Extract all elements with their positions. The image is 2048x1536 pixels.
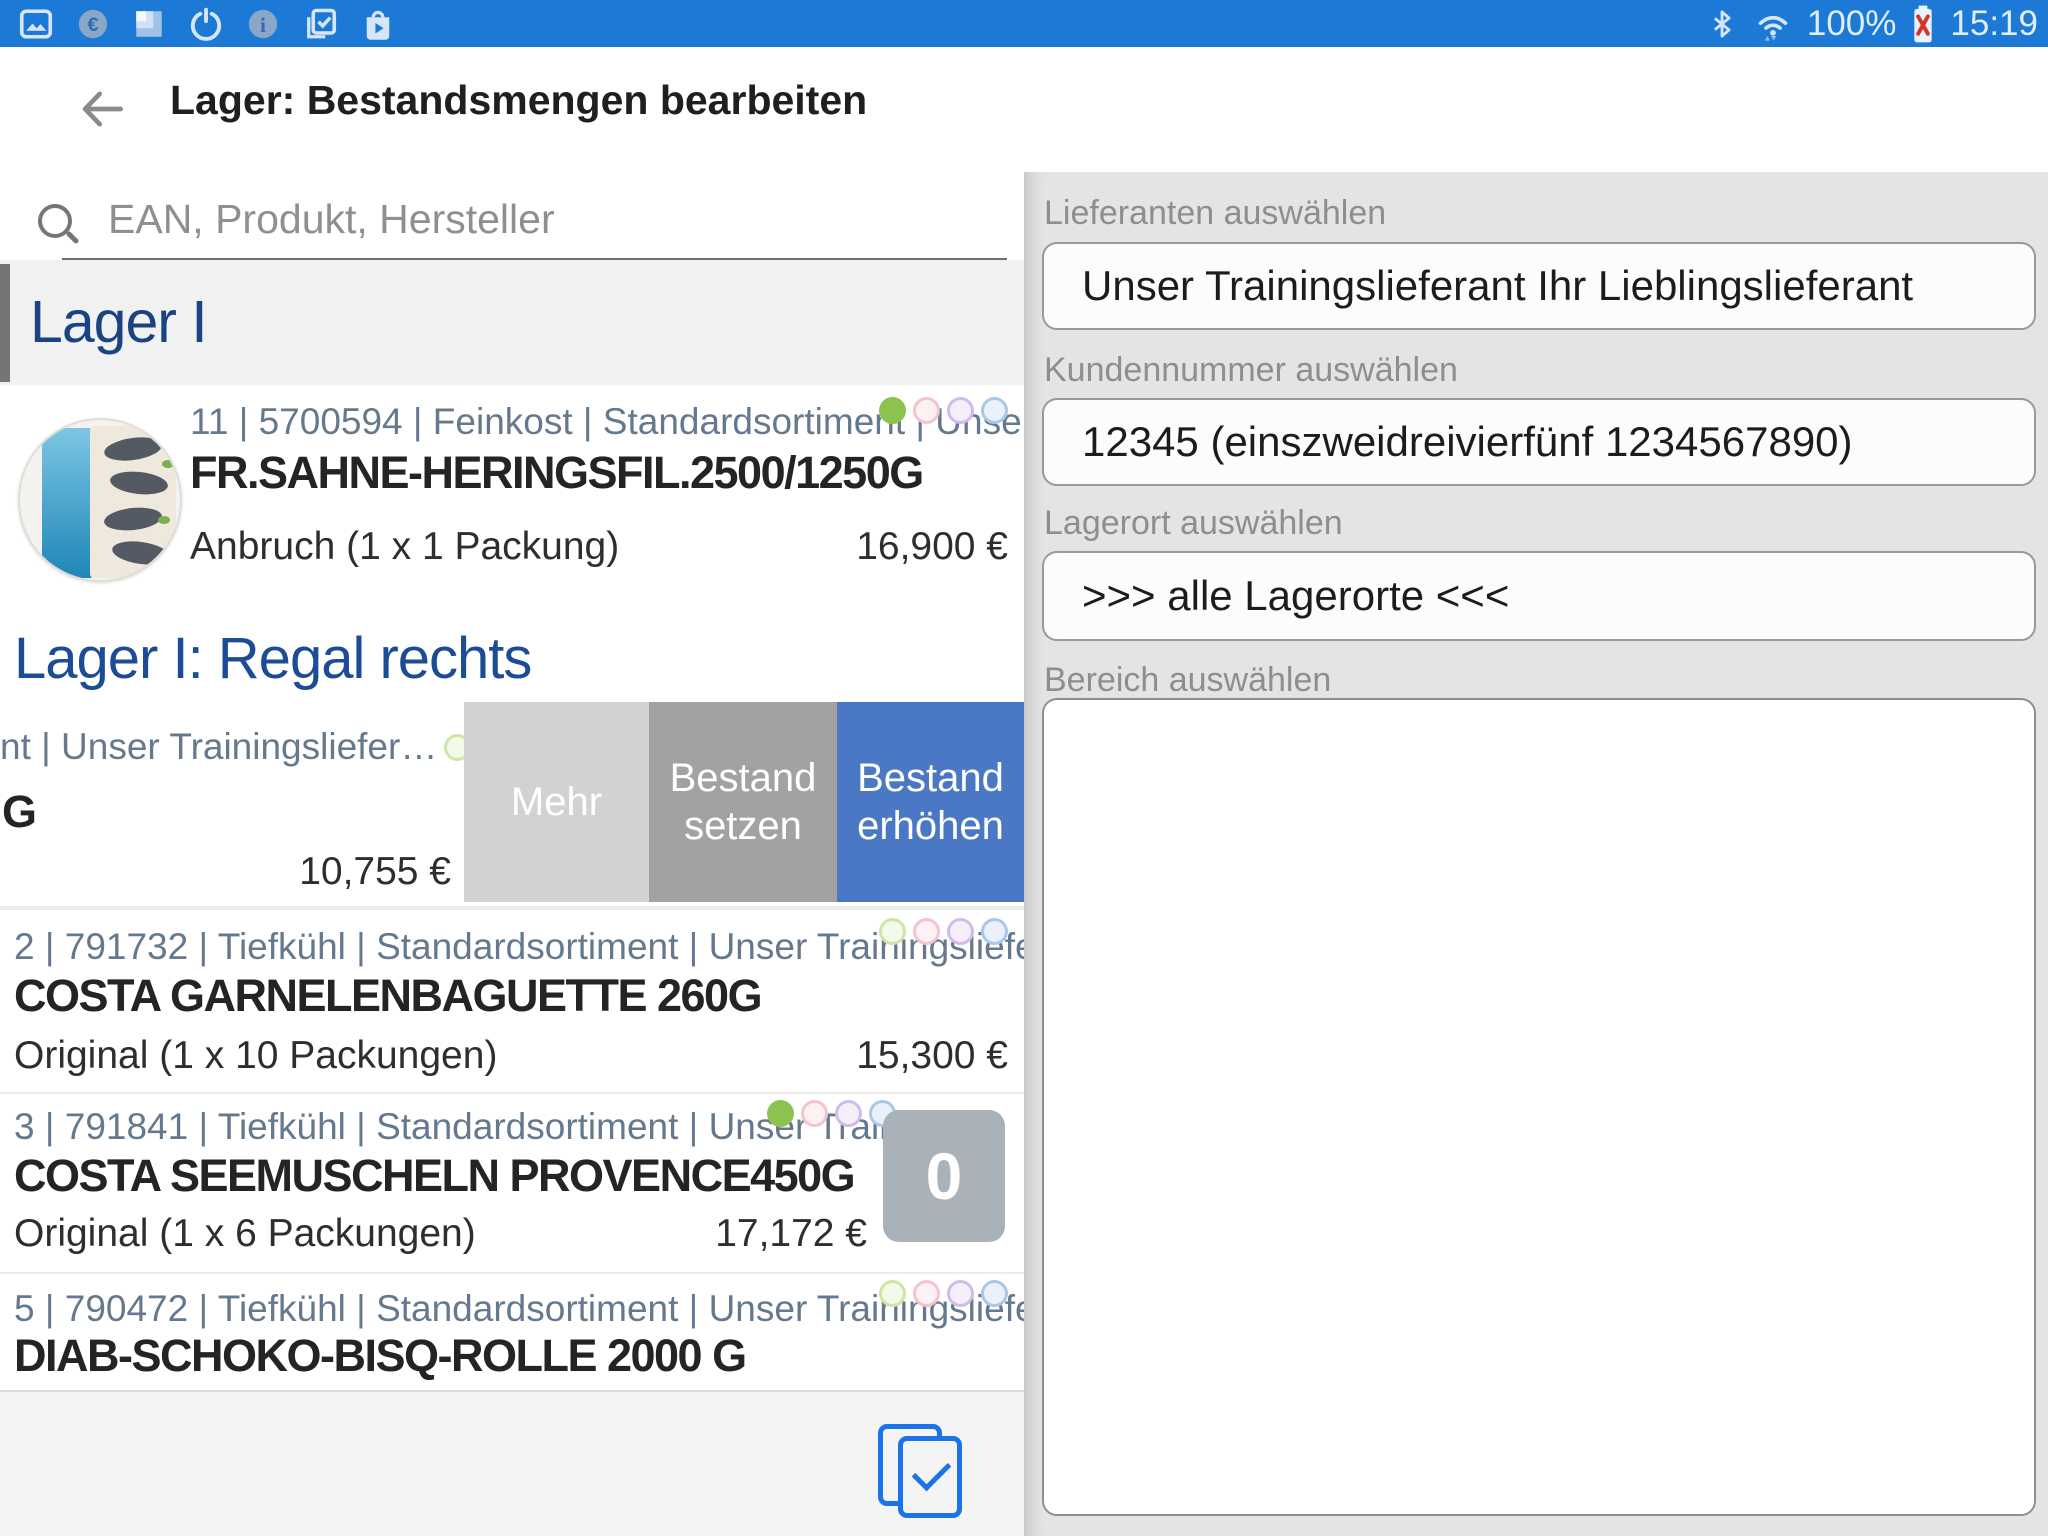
search-input[interactable]: [106, 188, 930, 250]
bluetooth-icon: [1705, 7, 1739, 41]
multi-select-icon[interactable]: [878, 1424, 962, 1514]
storage-location-select[interactable]: >>> alle Lagerorte <<<: [1042, 551, 2036, 641]
product-packaging: Anbruch (1 x 1 Packung): [190, 525, 619, 569]
status-bar: € i 100%: [0, 0, 2048, 47]
product-meta: nt | Unser Trainingsliefer…: [0, 726, 437, 768]
storage-location-value: >>> alle Lagerorte <<<: [1082, 572, 1509, 620]
purple-dot: [947, 1280, 974, 1307]
green-filled-dot: [767, 1100, 794, 1127]
copy-check-icon: [302, 6, 338, 42]
area-label: Bereich auswählen: [1044, 661, 1331, 700]
svg-text:i: i: [260, 12, 266, 36]
hamburger-menu-icon[interactable]: [1958, 91, 2012, 147]
data-usage-icon: [188, 6, 224, 42]
notification-icons: € i: [0, 6, 396, 42]
green-dot: [879, 918, 906, 945]
product-packaging: Original (1 x 6 Packungen): [14, 1212, 476, 1256]
green-dot: [879, 1280, 906, 1307]
status-dots: [872, 918, 1008, 945]
supplier-select[interactable]: Unser Trainingslieferant Ihr Lieblingsli…: [1042, 242, 2036, 330]
wifi-icon: [1753, 4, 1793, 44]
gallery-icon: [18, 6, 54, 42]
product-title: COSTA GARNELENBAGUETTE 260G: [14, 970, 761, 1022]
filter-panel: Lieferanten auswählen Unser Trainingslie…: [1024, 172, 2048, 1536]
increase-stock-button[interactable]: Bestand erhöhen: [837, 702, 1024, 902]
product-image: [18, 418, 182, 582]
back-button[interactable]: [74, 81, 130, 137]
customer-number-value: 12345 (einszweidreivierfünf 1234567890): [1082, 418, 1853, 466]
product-title: FR.SAHNE-HERINGSFIL.2500/1250G: [190, 447, 923, 499]
flipboard-icon: [132, 7, 166, 41]
product-price: 16,900 €: [856, 525, 1008, 569]
product-row-seemuscheln[interactable]: 3 | 791841 | Tiefkühl | Standardsortimen…: [0, 1094, 1024, 1274]
product-packaging: Original (1 x 10 Packungen): [14, 1034, 497, 1078]
product-price: 15,300 €: [856, 1034, 1008, 1078]
blue-dot: [981, 918, 1008, 945]
product-row-garnelenbaguette[interactable]: 2 | 791732 | Tiefkühl | Standardsortimen…: [0, 910, 1024, 1094]
pink-dot: [913, 1280, 940, 1307]
set-stock-button[interactable]: Bestand setzen: [649, 702, 837, 902]
svg-text:€: €: [87, 14, 98, 36]
select-check-sheet: [898, 1436, 962, 1518]
supplier-value: Unser Trainingslieferant Ihr Lieblingsli…: [1082, 262, 1913, 310]
pink-dot: [913, 397, 940, 424]
status-dots: [872, 1280, 1008, 1307]
battery-unknown-icon: [1910, 4, 1936, 44]
more-button[interactable]: Mehr: [464, 702, 649, 902]
blue-dot: [981, 1280, 1008, 1307]
clock-time: 15:19: [1950, 4, 2038, 44]
screen: € i 100%: [0, 0, 2048, 1536]
customer-number-select[interactable]: 12345 (einszweidreivierfünf 1234567890): [1042, 398, 2036, 486]
purple-dot: [947, 397, 974, 424]
product-title: DIAB-SCHOKO-BISQ-ROLLE 2000 G: [14, 1330, 746, 1382]
section-header-lager-1: Lager I: [0, 260, 1024, 385]
product-title-truncated: G: [2, 786, 36, 838]
status-dots: [760, 1100, 896, 1127]
app-bar: Lager: Bestandsmengen bearbeiten: [0, 47, 2048, 174]
section-title: Lager I: [30, 288, 207, 356]
product-price: 10,755 €: [299, 850, 451, 894]
list-footer: [0, 1390, 1024, 1536]
section-title: Lager I: Regal rechts: [14, 625, 531, 692]
area-select-list[interactable]: [1042, 698, 2036, 1516]
blue-dot: [981, 397, 1008, 424]
product-row-swiped[interactable]: nt | Unser Trainingsliefer… G 10,755 € M…: [0, 702, 1024, 910]
content: Lager I 11 | 5700594 | Feinkost | Standa…: [0, 172, 2048, 1536]
green-filled-dot: [879, 397, 906, 424]
status-indicators: 100% 15:19: [1705, 4, 2048, 44]
status-dots: [872, 397, 1008, 424]
product-title: COSTA SEEMUSCHELN PROVENCE450G: [14, 1150, 854, 1202]
product-list-panel: Lager I 11 | 5700594 | Feinkost | Standa…: [0, 172, 1024, 1536]
purple-dot: [835, 1100, 862, 1127]
section-header-regal-rechts: Lager I: Regal rechts: [0, 613, 1024, 702]
product-price: 17,172 €: [715, 1212, 867, 1256]
stock-count-badge: 0: [883, 1110, 1005, 1242]
info-icon: i: [246, 7, 280, 41]
page-title: Lager: Bestandsmengen bearbeiten: [170, 77, 867, 124]
shop-bag-icon: [360, 6, 396, 42]
search-icon: [38, 204, 72, 238]
search-bar: [0, 172, 1024, 260]
battery-percent: 100%: [1807, 4, 1897, 44]
scrollbar-thumb[interactable]: [0, 264, 10, 382]
supplier-label: Lieferanten auswählen: [1044, 194, 1386, 233]
storage-location-label: Lagerort auswählen: [1044, 504, 1343, 543]
customer-number-label: Kundennummer auswählen: [1044, 351, 1458, 390]
euro-icon: €: [76, 7, 110, 41]
product-row-heringsfilet[interactable]: 11 | 5700594 | Feinkost | Standardsortim…: [0, 385, 1024, 613]
pink-dot: [801, 1100, 828, 1127]
purple-dot: [947, 918, 974, 945]
swipe-actions: Mehr Bestand setzen Bestand erhöhen: [464, 702, 1024, 902]
pink-dot: [913, 918, 940, 945]
product-row-schoko-bisq-rolle[interactable]: 5 | 790472 | Tiefkühl | Standardsortimen…: [0, 1274, 1024, 1390]
